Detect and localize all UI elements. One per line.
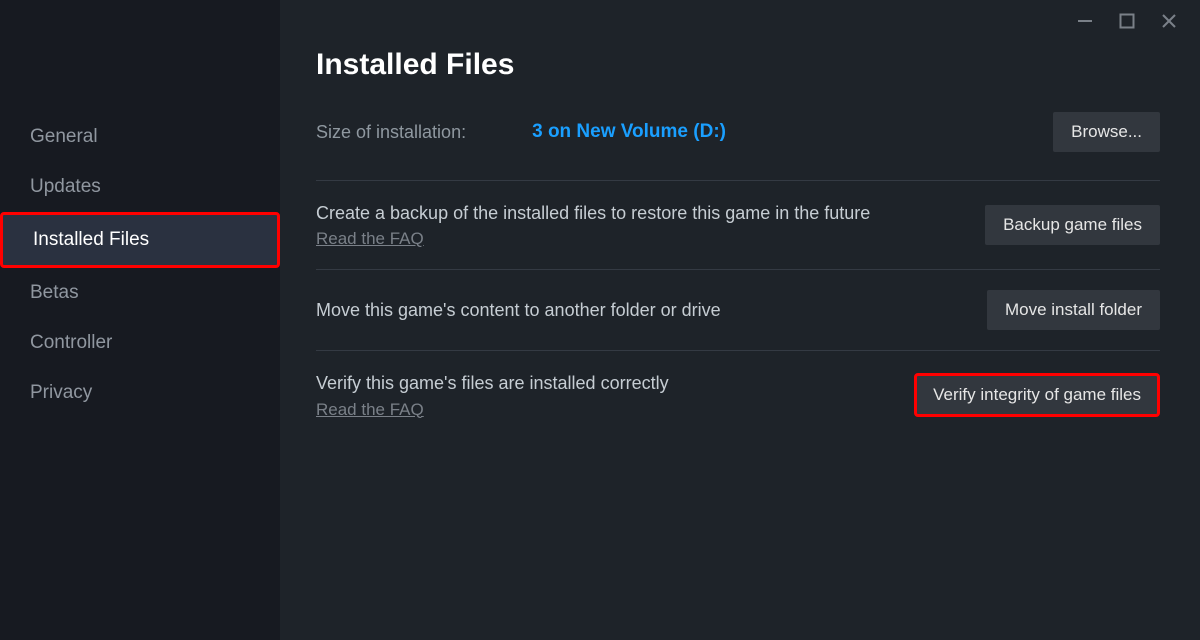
maximize-icon[interactable] bbox=[1118, 12, 1136, 30]
sidebar-item-installed-files[interactable]: Installed Files bbox=[0, 212, 280, 268]
close-icon[interactable] bbox=[1160, 12, 1178, 30]
verify-row: Verify this game's files are installed c… bbox=[316, 351, 1160, 439]
sidebar-item-general[interactable]: General bbox=[0, 112, 280, 162]
minimize-icon[interactable] bbox=[1076, 12, 1094, 30]
page-title: Installed Files bbox=[316, 48, 1160, 82]
browse-button[interactable]: Browse... bbox=[1053, 112, 1160, 152]
move-button[interactable]: Move install folder bbox=[987, 290, 1160, 330]
backup-text: Create a backup of the installed files t… bbox=[316, 201, 961, 249]
verify-faq-link[interactable]: Read the FAQ bbox=[316, 400, 424, 420]
backup-row: Create a backup of the installed files t… bbox=[316, 181, 1160, 270]
sidebar-item-betas[interactable]: Betas bbox=[0, 268, 280, 318]
size-value: 3 on New Volume (D:) bbox=[532, 121, 1053, 143]
backup-desc: Create a backup of the installed files t… bbox=[316, 201, 916, 225]
backup-button[interactable]: Backup game files bbox=[985, 205, 1160, 245]
size-row: Size of installation: 3 on New Volume (D… bbox=[316, 112, 1160, 181]
size-label: Size of installation: bbox=[316, 122, 466, 143]
sidebar-item-controller[interactable]: Controller bbox=[0, 318, 280, 368]
move-row: Move this game's content to another fold… bbox=[316, 270, 1160, 351]
sidebar: General Updates Installed Files Betas Co… bbox=[0, 0, 280, 640]
move-text: Move this game's content to another fold… bbox=[316, 298, 963, 322]
verify-desc: Verify this game's files are installed c… bbox=[316, 371, 890, 395]
verify-text: Verify this game's files are installed c… bbox=[316, 371, 890, 419]
main-panel: Installed Files Size of installation: 3 … bbox=[280, 0, 1200, 640]
window-controls bbox=[1076, 12, 1178, 30]
sidebar-item-updates[interactable]: Updates bbox=[0, 162, 280, 212]
backup-faq-link[interactable]: Read the FAQ bbox=[316, 229, 424, 249]
move-desc: Move this game's content to another fold… bbox=[316, 298, 916, 322]
sidebar-item-privacy[interactable]: Privacy bbox=[0, 368, 280, 418]
verify-button[interactable]: Verify integrity of game files bbox=[914, 373, 1160, 417]
